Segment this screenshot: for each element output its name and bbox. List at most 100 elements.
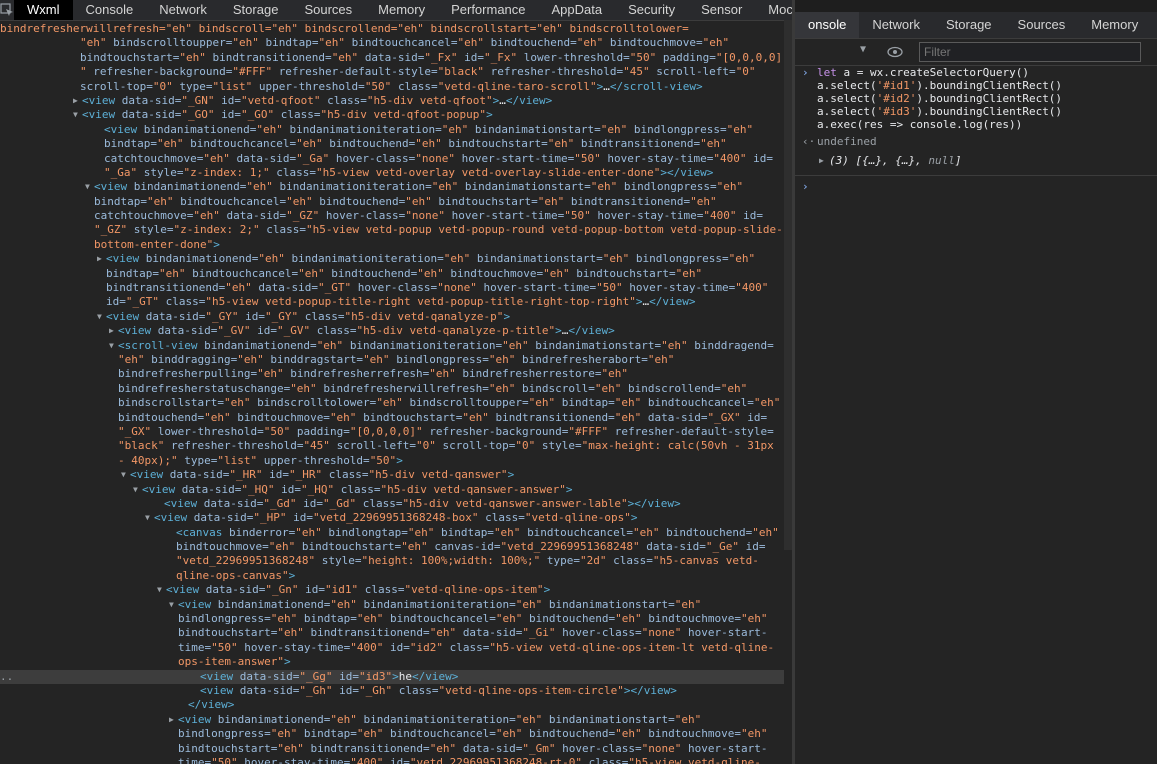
caret-down-icon[interactable]: ▼ bbox=[169, 598, 174, 612]
tab-storage[interactable]: Storage bbox=[220, 0, 292, 20]
caret-right-icon[interactable]: ▶ bbox=[97, 252, 102, 266]
wxml-line[interactable]: ▼ <view data-sid="_HR" id="_HR" class="h5… bbox=[0, 468, 784, 482]
tab-mock[interactable]: Mock bbox=[755, 0, 792, 20]
inspect-icon[interactable] bbox=[0, 0, 14, 20]
wxml-line[interactable]: .. <view data-sid="_Gg" id="id3">he</view… bbox=[0, 669, 784, 684]
wxml-line[interactable]: ▶ <view bindanimationend="eh" bindanimati… bbox=[0, 252, 784, 266]
wxml-line[interactable]: ▼ <view data-sid="_Gn" id="id1" class="ve… bbox=[0, 583, 784, 597]
wxml-line[interactable]: ▼ <view data-sid="_HP" id="vetd_229699513… bbox=[0, 511, 784, 525]
tab-network[interactable]: Network bbox=[146, 0, 220, 20]
eye-icon[interactable] bbox=[887, 43, 903, 62]
wxml-line[interactable]: bindscrollstart="eh" bindscrolltolower="… bbox=[0, 396, 784, 410]
wxml-line[interactable]: bottom-enter-done"> bbox=[0, 238, 784, 252]
attr-value-token: "eh" bbox=[232, 36, 266, 50]
wxml-line[interactable]: <view bindanimationend="eh" bindanimatio… bbox=[0, 123, 784, 137]
wxml-line[interactable]: bindtouchstart="eh" bindtransitionend="e… bbox=[0, 626, 784, 640]
wxml-line[interactable]: bindtouchmove="eh" bindtouchstart="eh" c… bbox=[0, 540, 784, 554]
wxml-line[interactable]: </view> bbox=[0, 698, 784, 712]
wxml-line[interactable]: ▶ <view data-sid="_GN" id="vetd-qfoot" cl… bbox=[0, 94, 784, 108]
tab-sources[interactable]: Sources bbox=[291, 0, 365, 20]
wxml-line[interactable]: bindrefresherwillrefresh="eh" bindscroll… bbox=[0, 22, 784, 36]
wxml-line[interactable]: "_GZ" style="z-index: 2;" class="h5-view… bbox=[0, 223, 784, 237]
tab-wxml[interactable]: Wxml bbox=[14, 0, 73, 20]
wxml-line[interactable]: time="50" hover-stay-time="400" id="vetd… bbox=[0, 756, 784, 764]
tab-security[interactable]: Security bbox=[615, 0, 688, 20]
code-token: ).boundingClientRect() bbox=[916, 79, 1063, 92]
wxml-line[interactable]: ops-item-answer"> bbox=[0, 655, 784, 669]
wxml-line[interactable]: "eh" bindscrolltoupper="eh" bindtap="eh"… bbox=[0, 36, 784, 50]
wxml-line[interactable]: "eh" binddragging="eh" binddragstart="eh… bbox=[0, 353, 784, 367]
wxml-line[interactable]: ▼ <view bindanimationend="eh" bindanimati… bbox=[0, 598, 784, 612]
caret-down-icon[interactable]: ▼ bbox=[145, 511, 150, 525]
console-tab-network[interactable]: Network bbox=[859, 12, 933, 38]
wxml-tree[interactable]: bindrefresherwillrefresh="eh" bindscroll… bbox=[0, 22, 784, 764]
wxml-line[interactable]: bindtouchstart="eh" bindtransitionend="e… bbox=[0, 742, 784, 756]
caret-down-icon[interactable]: ▼ bbox=[860, 44, 866, 55]
wxml-line[interactable]: "black" refresher-threshold="45" scroll-… bbox=[0, 439, 784, 453]
tab-performance[interactable]: Performance bbox=[438, 0, 538, 20]
console-filter-input[interactable] bbox=[919, 42, 1141, 62]
wxml-line[interactable]: ▼ <view data-sid="_GO" id="_GO" class="h5… bbox=[0, 108, 784, 122]
wxml-line[interactable]: "vetd_22969951368248" style="height: 100… bbox=[0, 554, 784, 568]
attr-name-token: data-sid= bbox=[462, 741, 523, 755]
attr-value-token: "eh" bbox=[590, 180, 624, 194]
attr-value-token: "_Gn" bbox=[265, 583, 306, 597]
tab-memory[interactable]: Memory bbox=[365, 0, 438, 20]
wxml-line[interactable]: catchtouchmove="eh" data-sid="_GZ" hover… bbox=[0, 209, 784, 223]
console-input-prompt[interactable]: › bbox=[795, 175, 1157, 193]
wxml-line[interactable]: bindtouchend="eh" bindtouchmove="eh" bin… bbox=[0, 411, 784, 425]
console-log-entry[interactable]: ▶ (3) [{…}, {…}, null] bbox=[795, 154, 1157, 167]
console-tab-storage[interactable]: Storage bbox=[933, 12, 1005, 38]
wxml-line[interactable]: bindtap="eh" bindtouchcancel="eh" bindto… bbox=[0, 137, 784, 151]
wxml-line[interactable]: ▼ <view bindanimationend="eh" bindanimati… bbox=[0, 180, 784, 194]
wxml-line[interactable]: ▼ <scroll-view bindanimationend="eh" bind… bbox=[0, 339, 784, 353]
console-tab-perform[interactable]: Perform bbox=[1151, 12, 1157, 38]
caret-down-icon[interactable]: ▼ bbox=[133, 483, 138, 497]
wxml-line[interactable]: ▼ <view data-sid="_GY" id="_GY" class="h5… bbox=[0, 310, 784, 324]
wxml-line[interactable]: bindtap="eh" bindtouchcancel="eh" bindto… bbox=[0, 267, 784, 281]
wxml-line[interactable]: bindtap="eh" bindtouchcancel="eh" bindto… bbox=[0, 195, 784, 209]
caret-down-icon[interactable]: ▼ bbox=[85, 180, 90, 194]
wxml-line[interactable]: <canvas binderror="eh" bindlongtap="eh" … bbox=[0, 526, 784, 540]
wxml-line[interactable]: " refresher-background="#FFF" refresher-… bbox=[0, 65, 784, 79]
wxml-line[interactable]: <view data-sid="_Gd" id="_Gd" class="h5-… bbox=[0, 497, 784, 511]
tab-console[interactable]: Console bbox=[73, 0, 147, 20]
wxml-line[interactable]: time="50" hover-stay-time="400" id="id2"… bbox=[0, 641, 784, 655]
wxml-line[interactable]: scroll-top="0" type="list" upper-thresho… bbox=[0, 80, 784, 94]
wxml-line[interactable]: catchtouchmove="eh" data-sid="_Ga" hover… bbox=[0, 152, 784, 166]
wxml-line[interactable]: qline-ops-canvas"> bbox=[0, 569, 784, 583]
wxml-line[interactable]: - 40px);" type="list" upper-threshold="5… bbox=[0, 454, 784, 468]
caret-down-icon[interactable]: ▼ bbox=[97, 310, 102, 324]
caret-right-icon[interactable]: ▶ bbox=[819, 154, 824, 167]
wxml-line[interactable]: <view data-sid="_Gh" id="_Gh" class="vet… bbox=[0, 684, 784, 698]
wxml-line[interactable]: "_Ga" style="z-index: 1;" class="h5-view… bbox=[0, 166, 784, 180]
tab-appdata[interactable]: AppData bbox=[539, 0, 616, 20]
attr-name-token: binddragend= bbox=[694, 338, 774, 352]
wxml-line[interactable]: id="_GT" class="h5-view vetd-popup-title… bbox=[0, 295, 784, 309]
wxml-line[interactable]: ▼ <view data-sid="_HQ" id="_HQ" class="h5… bbox=[0, 483, 784, 497]
wxml-line[interactable]: bindtouchstart="eh" bindtransitionend="e… bbox=[0, 51, 784, 65]
caret-right-icon[interactable]: ▶ bbox=[109, 324, 114, 338]
caret-down-icon[interactable]: ▼ bbox=[121, 468, 126, 482]
attr-value-token: "eh" bbox=[429, 367, 463, 381]
caret-right-icon[interactable]: ▶ bbox=[73, 94, 78, 108]
wxml-line[interactable]: ▶ <view bindanimationend="eh" bindanimati… bbox=[0, 713, 784, 727]
wxml-line[interactable]: bindlongpress="eh" bindtap="eh" bindtouc… bbox=[0, 612, 784, 626]
wxml-line[interactable]: bindlongpress="eh" bindtap="eh" bindtouc… bbox=[0, 727, 784, 741]
caret-right-icon[interactable]: ▶ bbox=[169, 713, 174, 727]
tag-token: > bbox=[486, 108, 493, 122]
wxml-line[interactable]: bindrefresherstatuschange="eh" bindrefre… bbox=[0, 382, 784, 396]
caret-down-icon[interactable]: ▼ bbox=[109, 339, 114, 353]
console-tab-memory[interactable]: Memory bbox=[1078, 12, 1151, 38]
caret-down-icon[interactable]: ▼ bbox=[157, 583, 162, 597]
attr-value-token: "_GZ" bbox=[286, 209, 326, 223]
wxml-line[interactable]: "_GX" lower-threshold="50" padding="[0,0… bbox=[0, 425, 784, 439]
console-tab-sources[interactable]: Sources bbox=[1005, 12, 1079, 38]
wxml-line[interactable]: bindtransitionend="eh" data-sid="_GT" ho… bbox=[0, 281, 784, 295]
console-tab-onsole[interactable]: onsole bbox=[795, 12, 860, 38]
wxml-line[interactable]: ▶ <view data-sid="_GV" id="_GV" class="h5… bbox=[0, 324, 784, 338]
tab-sensor[interactable]: Sensor bbox=[688, 0, 755, 20]
wxml-line[interactable]: bindrefresherpulling="eh" bindrefresherr… bbox=[0, 367, 784, 381]
vertical-scrollbar[interactable] bbox=[784, 20, 792, 550]
caret-down-icon[interactable]: ▼ bbox=[73, 108, 78, 122]
